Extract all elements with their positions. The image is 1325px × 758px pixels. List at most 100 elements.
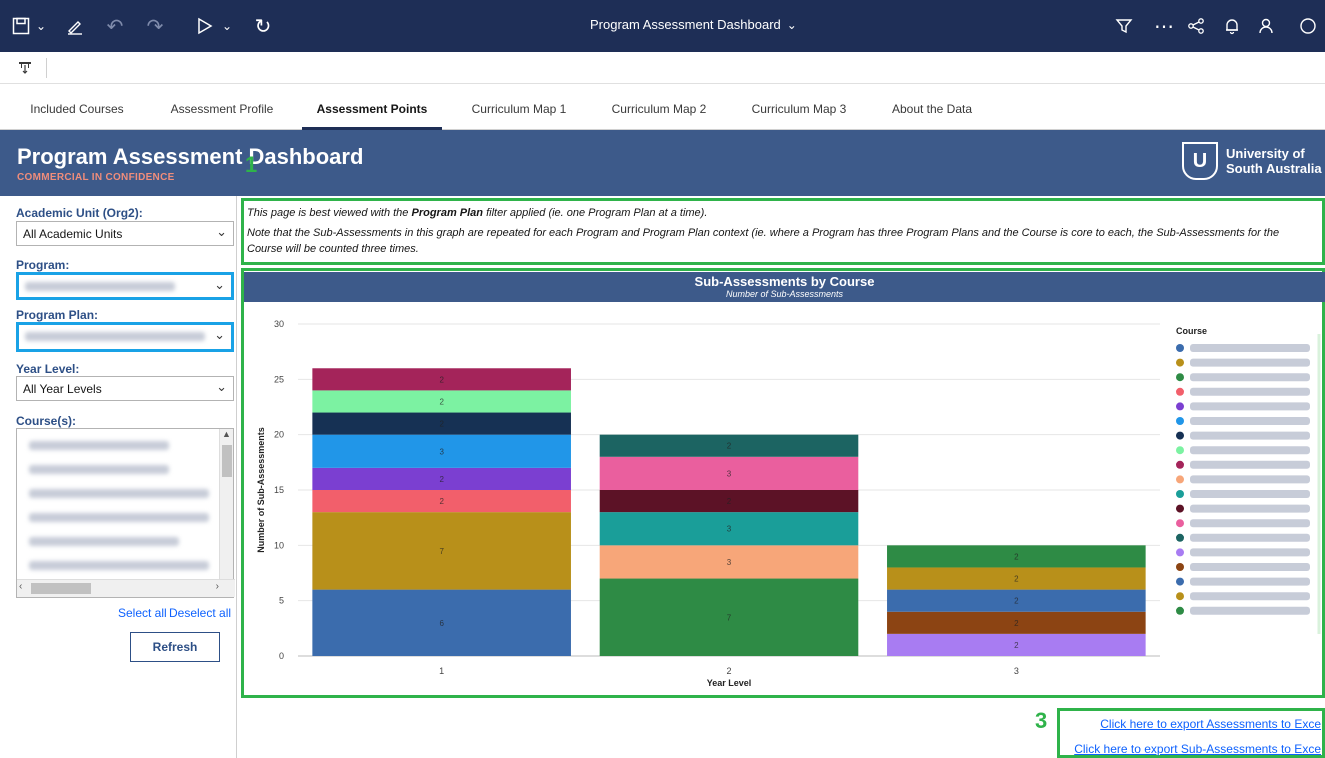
data-label: 2 (439, 420, 444, 429)
chart-title: Sub-Assessments by Course (694, 274, 875, 289)
list-item[interactable] (17, 549, 233, 573)
filter-icon[interactable] (1112, 13, 1136, 39)
scroll-thumb[interactable] (31, 583, 91, 594)
tab-curriculum-map-2[interactable]: Curriculum Map 2 (596, 84, 722, 130)
confidential-notice: COMMERCIAL IN CONFIDENCE (17, 172, 175, 183)
tab-curriculum-map-3[interactable]: Curriculum Map 3 (736, 84, 862, 130)
run-icon[interactable] (194, 13, 216, 39)
data-label: 2 (1014, 575, 1019, 584)
legend-swatch (1176, 548, 1184, 557)
page-title: Program Assessment Dashboard (17, 144, 364, 169)
legend-swatch (1176, 417, 1184, 425)
chevron-down-icon[interactable]: ⌄ (34, 13, 48, 39)
legend-redacted-label (1190, 344, 1310, 352)
program-label: Program: (16, 258, 70, 272)
y-axis-label: Number of Sub-Assessments (256, 427, 266, 553)
courses-horizontal-scrollbar[interactable]: ‹ › (17, 579, 235, 597)
more-icon[interactable]: ⋯ (1152, 13, 1176, 39)
legend-swatch (1176, 446, 1184, 455)
data-label: 3 (727, 558, 732, 567)
list-item[interactable] (17, 525, 233, 549)
scroll-right-icon[interactable]: › (216, 581, 219, 592)
legend-redacted-label (1190, 460, 1310, 469)
help-icon[interactable] (1296, 13, 1320, 39)
chevron-down-icon: ⌄ (216, 224, 227, 239)
refresh-icon[interactable]: ↻ (252, 13, 274, 39)
legend-redacted-label (1190, 358, 1310, 367)
university-logo: U University of South Australia (1182, 142, 1322, 180)
report-title-menu[interactable]: Program Assessment Dashboard ⌄ (590, 17, 797, 32)
legend-swatch (1176, 577, 1184, 586)
legend-swatch (1176, 460, 1184, 469)
export-assessments-link[interactable]: Click here to export Assessments to Exce (1100, 717, 1321, 731)
dashboard-banner: Program Assessment Dashboard COMMERCIAL … (0, 130, 1325, 196)
legend-swatch (1176, 563, 1184, 571)
scroll-left-icon[interactable]: ‹ (19, 581, 22, 592)
legend-swatch (1176, 606, 1184, 615)
data-label: 2 (727, 497, 732, 506)
academic-unit-select[interactable]: All Academic Units ⌄ (16, 221, 234, 246)
data-label: 3 (727, 525, 732, 534)
university-name-line2: South Australia (1226, 161, 1322, 176)
tab-assessment-profile[interactable]: Assessment Profile (158, 84, 286, 130)
save-icon[interactable] (10, 13, 32, 39)
courses-vertical-scrollbar[interactable]: ▲ (219, 429, 233, 579)
undo-icon[interactable]: ↶ (104, 13, 126, 39)
tab-included-courses[interactable]: Included Courses (18, 84, 136, 130)
pin-toolbar-icon[interactable] (18, 60, 32, 74)
data-label: 2 (439, 497, 444, 506)
program-plan-select[interactable]: ⌄ (16, 322, 234, 352)
scroll-up-icon[interactable]: ▲ (220, 429, 233, 439)
university-name-line1: University of (1226, 146, 1305, 161)
x-axis-label: Year Level (707, 678, 752, 688)
data-label: 2 (1014, 641, 1019, 650)
user-icon[interactable] (1254, 13, 1278, 39)
legend-swatch (1176, 358, 1184, 367)
bell-icon[interactable] (1220, 13, 1244, 39)
report-title: Program Assessment Dashboard (590, 17, 781, 32)
program-plan-label: Program Plan: (16, 308, 99, 322)
data-label: 7 (439, 547, 444, 556)
chevron-down-icon: ⌄ (214, 327, 225, 342)
list-item[interactable] (17, 501, 233, 525)
y-tick-label: 30 (274, 319, 284, 329)
redacted-program-plan-value (25, 332, 205, 341)
legend-swatch (1176, 490, 1184, 498)
edit-icon[interactable] (62, 13, 88, 39)
legend-swatch (1176, 431, 1184, 440)
scroll-thumb[interactable] (222, 445, 232, 477)
deselect-all-link[interactable]: Deselect all (169, 606, 231, 620)
chevron-down-icon[interactable]: ⌄ (220, 13, 234, 39)
legend-redacted-label (1190, 387, 1310, 396)
data-label: 2 (1014, 619, 1019, 628)
share-icon[interactable] (1184, 13, 1208, 39)
program-select[interactable]: ⌄ (16, 272, 234, 300)
list-item[interactable] (17, 453, 233, 477)
legend-title: Course (1176, 326, 1207, 336)
tab-assessment-points[interactable]: Assessment Points (302, 84, 442, 130)
legend-redacted-label (1190, 417, 1310, 425)
data-label: 7 (727, 613, 732, 622)
data-label: 2 (439, 375, 444, 384)
legend-redacted-label (1190, 519, 1310, 528)
refresh-button[interactable]: Refresh (130, 632, 220, 662)
legend-redacted-label (1190, 504, 1310, 513)
tab-about-the-data[interactable]: About the Data (876, 84, 988, 130)
y-tick-label: 0 (279, 651, 284, 661)
callout-number-1: 1 (245, 152, 258, 177)
export-sub-assessments-link[interactable]: Click here to export Sub-Assessments to … (1074, 742, 1321, 756)
legend-swatch (1176, 519, 1184, 528)
redo-icon[interactable]: ↷ (144, 13, 166, 39)
year-level-value: All Year Levels (23, 382, 102, 396)
courses-listbox[interactable]: ▲ ‹ › (16, 428, 235, 598)
legend-redacted-label (1190, 431, 1310, 440)
year-level-select[interactable]: All Year Levels ⌄ (16, 376, 234, 401)
legend-redacted-label (1190, 606, 1310, 615)
tab-curriculum-map-1[interactable]: Curriculum Map 1 (456, 84, 582, 130)
select-all-link[interactable]: Select all (118, 606, 167, 620)
list-item[interactable] (17, 477, 233, 501)
legend-redacted-label (1190, 592, 1310, 601)
list-item[interactable] (17, 429, 233, 453)
data-label: 2 (439, 475, 444, 484)
y-tick-label: 5 (279, 596, 284, 606)
